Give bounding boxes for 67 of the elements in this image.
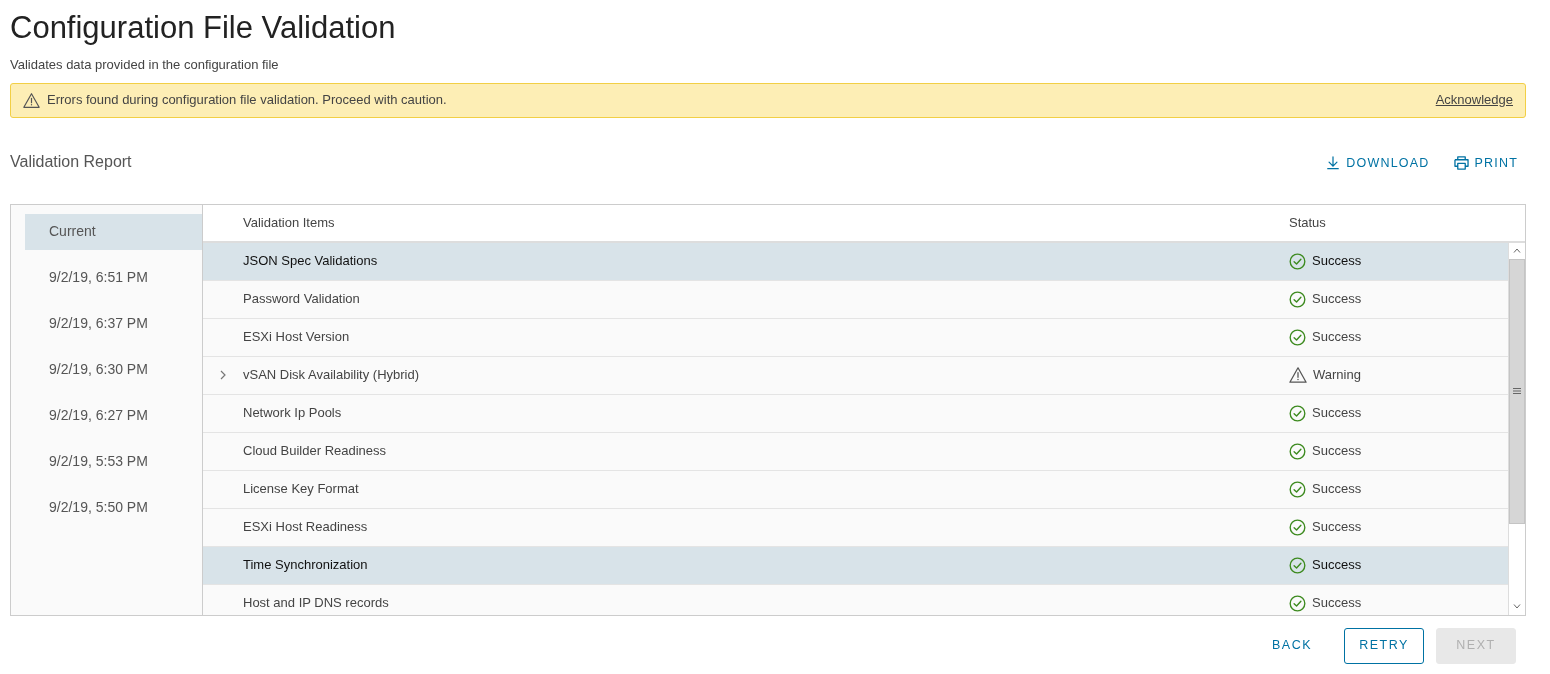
status-cell-text: Success	[1312, 328, 1362, 347]
check-circle-icon	[1289, 442, 1306, 460]
download-icon	[1326, 155, 1341, 170]
check-circle-icon	[1289, 480, 1306, 498]
status-cell-text: Success	[1312, 290, 1362, 309]
check-circle-icon	[1289, 290, 1306, 308]
validation-item-cell-text: ESXi Host Version	[243, 328, 351, 347]
expand-caret-icon[interactable]	[219, 370, 227, 380]
scroll-down-icon[interactable]	[1513, 604, 1521, 609]
check-circle-icon	[1289, 252, 1306, 270]
validation-item-cell-text: Network Ip Pools	[243, 404, 343, 423]
table-row[interactable]: Cloud Builder Readiness Success	[203, 432, 1508, 471]
scrollbar[interactable]	[1508, 242, 1525, 615]
warning-icon	[1289, 366, 1307, 384]
validation-item-cell-text: Cloud Builder Readiness	[243, 442, 388, 461]
table-row[interactable]: License Key Format Success	[203, 470, 1508, 509]
table-row[interactable]: ESXi Host Readiness Success	[203, 508, 1508, 547]
table-row[interactable]: ESXi Host Version Success	[203, 318, 1508, 357]
page-subtitle: Validates data provided in the configuration file	[10, 56, 280, 74]
report-action-button[interactable]: PRINT	[1451, 153, 1520, 173]
history-item[interactable]: 9/2/19, 6:30 PM	[25, 351, 202, 388]
validation-item-cell-text: JSON Spec Validations	[243, 252, 379, 271]
check-circle-icon	[1289, 328, 1306, 346]
validation-item-cell-text: ESXi Host Readiness	[243, 518, 369, 537]
acknowledge-link[interactable]: Acknowledge	[1435, 90, 1513, 110]
check-circle-icon	[1289, 594, 1306, 612]
table-row[interactable]: Password Validation Success	[203, 280, 1508, 319]
status-cell-text: Warning	[1313, 366, 1361, 385]
report-action-button[interactable]: DOWNLOAD	[1324, 153, 1432, 173]
history-item[interactable]: Current	[25, 213, 202, 250]
printer-icon	[1453, 155, 1469, 170]
history-item[interactable]: 9/2/19, 6:37 PM	[25, 305, 202, 342]
warning-icon	[23, 91, 40, 109]
history-item[interactable]: 9/2/19, 6:27 PM	[25, 397, 202, 434]
alert-message: Errors found during configuration file validation. Proceed with caution.	[47, 91, 447, 110]
page-title: Configuration File Validation	[10, 9, 397, 47]
validation-item-cell-text: Password Validation	[243, 290, 361, 309]
footer-button[interactable]: RETRY	[1344, 627, 1424, 664]
column-header: Status	[1289, 213, 1326, 232]
status-cell-text: Success	[1312, 404, 1362, 423]
table-row[interactable]: JSON Spec Validations Success	[203, 242, 1508, 281]
status-cell-text: Success	[1312, 252, 1362, 271]
check-circle-icon	[1289, 556, 1306, 574]
history-item[interactable]: 9/2/19, 6:51 PM	[25, 259, 202, 296]
validation-item-cell-text: Time Synchronization	[243, 556, 369, 575]
validation-item-cell-text: Host and IP DNS records	[243, 594, 390, 613]
history-item[interactable]: 9/2/19, 5:53 PM	[25, 443, 202, 480]
table-row[interactable]: Host and IP DNS records Success	[203, 584, 1508, 615]
status-cell-text: Success	[1312, 556, 1362, 575]
check-circle-icon	[1289, 518, 1306, 536]
scroll-grip-icon[interactable]	[1513, 388, 1521, 394]
scrollbar-thumb[interactable]	[1509, 258, 1525, 524]
footer-button[interactable]: BACK	[1252, 627, 1332, 664]
status-cell-text: Success	[1312, 518, 1362, 537]
table-row[interactable]: vSAN Disk Availability (Hybrid) Warning	[203, 356, 1508, 395]
table-row[interactable]: Network Ip Pools Success	[203, 394, 1508, 433]
column-header: Validation Items	[242, 213, 336, 232]
status-cell-text: Success	[1312, 442, 1362, 461]
scroll-up-icon[interactable]	[1513, 248, 1521, 253]
report-title: Validation Report	[10, 151, 132, 172]
status-cell-text: Success	[1312, 480, 1362, 499]
check-circle-icon	[1289, 404, 1306, 422]
validation-item-cell-text: License Key Format	[243, 480, 360, 499]
history-item[interactable]: 9/2/19, 5:50 PM	[25, 489, 202, 526]
table-row[interactable]: Time Synchronization Success	[203, 546, 1508, 585]
validation-item-cell-text: vSAN Disk Availability (Hybrid)	[243, 366, 421, 385]
status-cell-text: Success	[1312, 594, 1362, 613]
